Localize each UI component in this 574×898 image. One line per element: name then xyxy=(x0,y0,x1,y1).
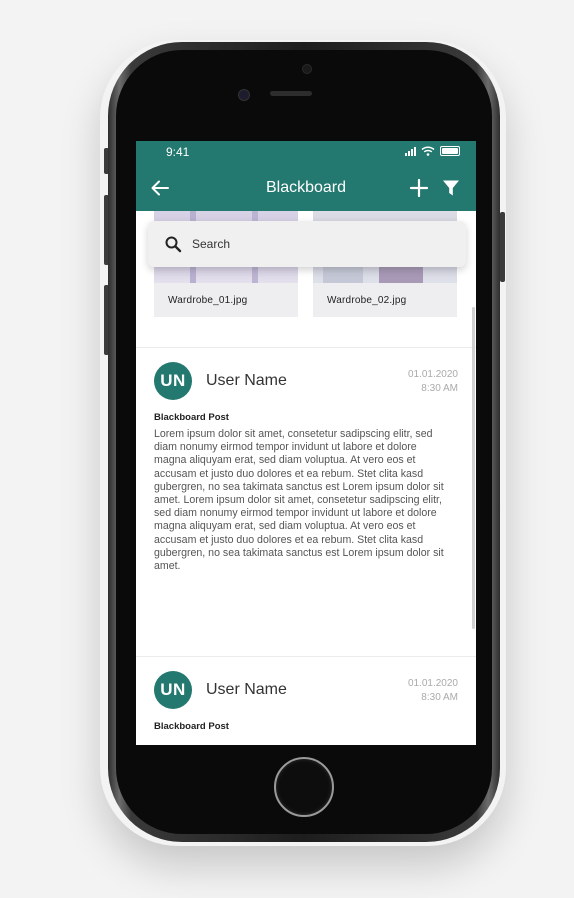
earpiece-speaker xyxy=(270,91,312,96)
search-input[interactable]: Search xyxy=(148,221,466,267)
front-camera xyxy=(302,64,312,74)
wifi-icon xyxy=(421,146,435,156)
search-placeholder: Search xyxy=(192,237,231,251)
power-button xyxy=(500,212,505,282)
post-time: 8:30 AM xyxy=(421,692,458,703)
post-title: Blackboard Post xyxy=(154,721,229,732)
status-bar: 9:41 xyxy=(136,141,476,165)
attachment-filename: Wardrobe_01.jpg xyxy=(168,295,248,306)
post-title: Blackboard Post xyxy=(154,412,229,423)
section-divider xyxy=(136,347,476,348)
post-author[interactable]: User Name xyxy=(206,372,287,390)
search-icon xyxy=(165,236,182,253)
avatar[interactable]: UN xyxy=(154,362,192,400)
signal-icon xyxy=(405,146,416,156)
attachment-filename: Wardrobe_02.jpg xyxy=(327,295,407,306)
status-icons xyxy=(405,146,460,156)
post-divider xyxy=(136,656,476,657)
app-bar: Blackboard xyxy=(136,165,476,211)
post-body: Lorem ipsum dolor sit amet, consetetur s… xyxy=(154,428,444,573)
phone-screen: 9:41 Blackboard Wardrobe_01.jpg Wardrobe… xyxy=(136,141,476,745)
scrollbar[interactable] xyxy=(472,307,475,629)
post-date: 01.01.2020 xyxy=(407,369,458,380)
filter-icon[interactable] xyxy=(442,179,460,197)
content-area: Wardrobe_01.jpg Wardrobe_02.jpg Search U… xyxy=(136,211,476,745)
post-timestamp: 01.01.2020 8:30 AM xyxy=(408,677,458,705)
home-button[interactable] xyxy=(274,757,334,817)
post-date: 01.01.2020 xyxy=(407,678,458,689)
status-time: 9:41 xyxy=(166,145,190,159)
post-author[interactable]: User Name xyxy=(206,681,287,699)
proximity-sensor xyxy=(238,89,250,101)
battery-icon xyxy=(440,146,460,156)
add-icon[interactable] xyxy=(408,177,430,199)
avatar[interactable]: UN xyxy=(154,671,192,709)
post-time: 8:30 AM xyxy=(421,383,458,394)
post-timestamp: 01.01.2020 8:30 AM xyxy=(408,368,458,396)
